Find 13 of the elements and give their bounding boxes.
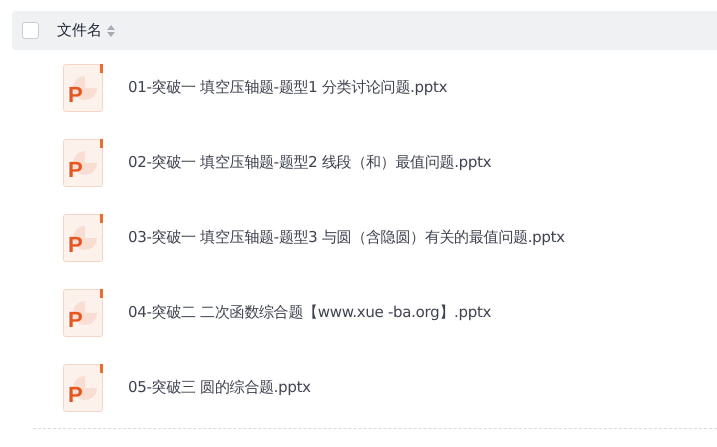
presentation-file-icon: P (63, 364, 103, 412)
presentation-file-icon: P (63, 64, 103, 112)
presentation-file-icon: P (63, 138, 103, 186)
presentation-file-icon: P (63, 214, 103, 262)
file-name[interactable]: 03-突破一 填空压轴题-题型3 与圆（含隐圆）有关的最值问题.pptx (128, 226, 565, 249)
select-all-checkbox[interactable] (22, 22, 39, 39)
column-header[interactable]: 文件名 (57, 19, 102, 42)
file-name[interactable]: 04-突破二 二次函数综合题【www.xue -ba.org】.pptx (128, 301, 492, 324)
file-name[interactable]: 01-突破一 填空压轴题-题型1 分类讨论问题.pptx (128, 76, 448, 99)
file-name[interactable]: 05-突破三 圆的综合题.pptx (128, 376, 311, 399)
sort-icon[interactable] (107, 24, 115, 36)
presentation-file-icon: P (63, 288, 103, 336)
file-name[interactable]: 02-突破一 填空压轴题-题型2 线段（和）最值问题.pptx (128, 151, 492, 174)
